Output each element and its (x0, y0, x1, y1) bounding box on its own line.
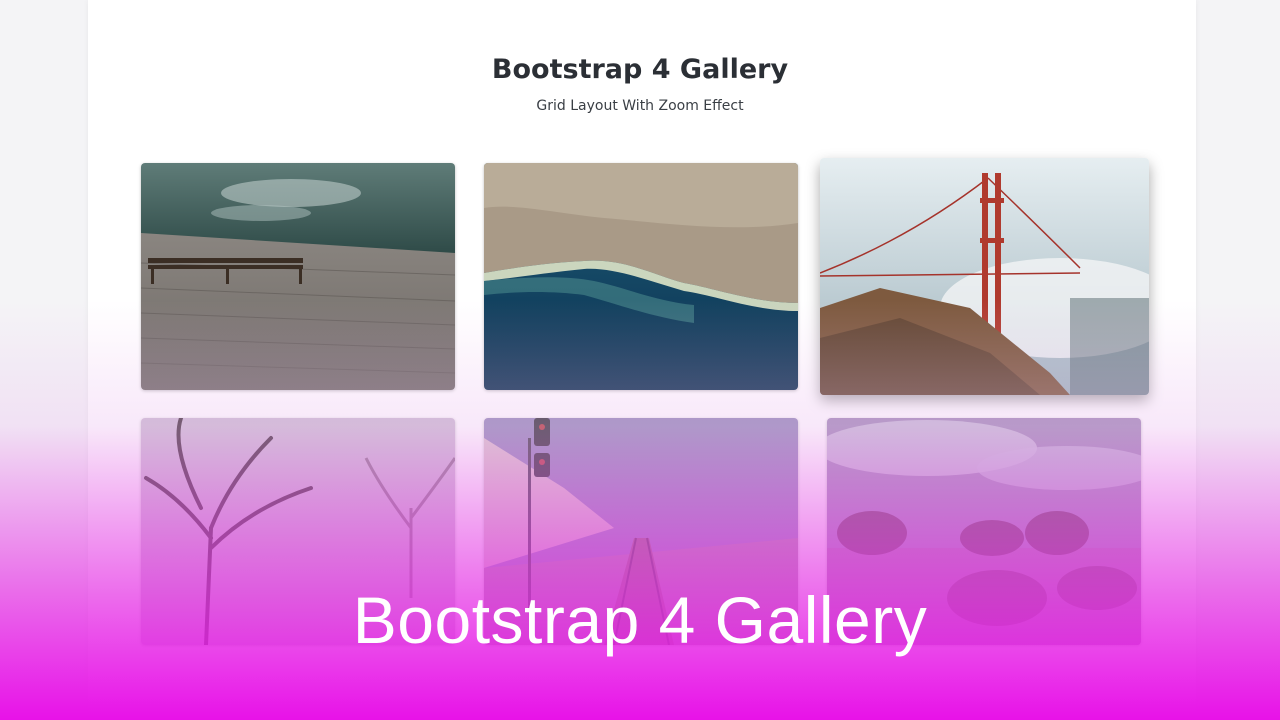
banner-title: Bootstrap 4 Gallery (352, 583, 928, 657)
gallery-image-dock[interactable] (141, 163, 455, 390)
page-subtitle: Grid Layout With Zoom Effect (536, 98, 744, 114)
page-title: Bootstrap 4 Gallery (491, 54, 789, 85)
gallery-image-bridge[interactable] (820, 158, 1149, 395)
gallery-image-coastline[interactable] (484, 163, 798, 390)
